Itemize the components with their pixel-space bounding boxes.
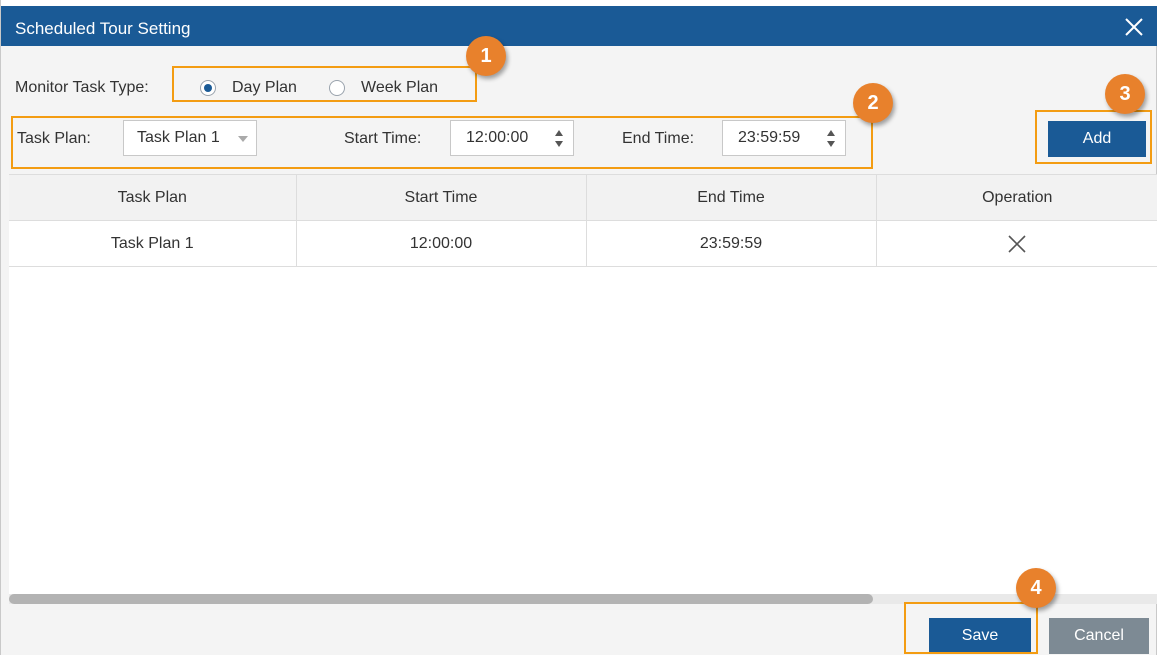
cell-operation — [876, 220, 1157, 267]
table-header-row: Task Plan Start Time End Time Operation — [9, 174, 1157, 221]
column-header-task-plan: Task Plan — [9, 174, 297, 221]
annotation-badge-2: 2 — [853, 83, 893, 123]
annotation-badge-4: 4 — [1016, 568, 1056, 608]
task-table: Task Plan Start Time End Time Operation … — [9, 174, 1157, 267]
table-row: Task Plan 1 12:00:00 23:59:59 — [9, 220, 1157, 267]
delete-x-icon[interactable] — [1006, 233, 1028, 255]
column-header-operation: Operation — [876, 174, 1157, 221]
cell-task-plan: Task Plan 1 — [9, 220, 297, 267]
highlight-box-add — [1035, 110, 1152, 164]
close-icon[interactable] — [1122, 15, 1146, 39]
scheduled-tour-dialog: Scheduled Tour Setting Monitor Task Type… — [0, 0, 1157, 655]
highlight-box-task-row — [11, 116, 873, 169]
column-header-start-time: Start Time — [296, 174, 587, 221]
cell-start-time: 12:00:00 — [296, 220, 587, 267]
scrollbar-thumb[interactable] — [9, 594, 873, 604]
monitor-task-type-label: Monitor Task Type: — [15, 79, 149, 96]
cell-end-time: 23:59:59 — [586, 220, 877, 267]
highlight-box-task-type — [172, 66, 477, 102]
cancel-button[interactable]: Cancel — [1049, 618, 1149, 654]
title-bar: Scheduled Tour Setting — [1, 0, 1157, 46]
annotation-badge-3: 3 — [1105, 74, 1145, 114]
task-table-area: Task Plan Start Time End Time Operation … — [9, 174, 1157, 594]
column-header-end-time: End Time — [586, 174, 877, 221]
annotation-badge-1: 1 — [466, 36, 506, 76]
dialog-title: Scheduled Tour Setting — [15, 19, 191, 38]
highlight-box-save — [904, 602, 1038, 654]
